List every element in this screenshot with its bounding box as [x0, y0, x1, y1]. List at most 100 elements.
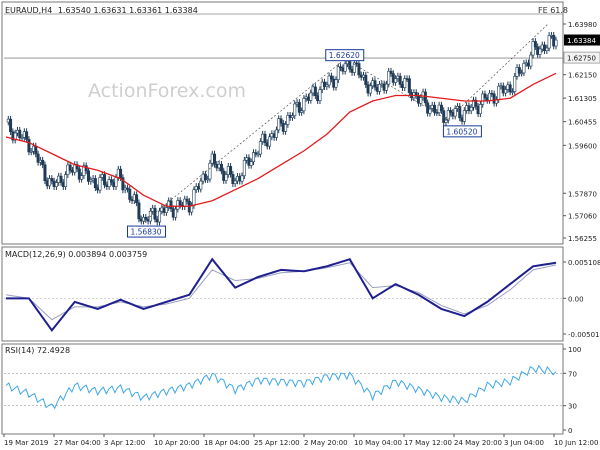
candle-body	[103, 174, 107, 186]
candle-body	[109, 179, 113, 183]
candle-body	[478, 104, 482, 115]
candle-body	[199, 180, 203, 190]
candle-body	[208, 162, 212, 180]
macd-panel-frame	[1, 246, 564, 342]
annotation-label: 1.56830	[131, 228, 162, 237]
candle-body	[59, 175, 63, 183]
candle-body	[309, 92, 313, 101]
candle-body	[18, 129, 22, 139]
candle-body	[9, 118, 13, 133]
rsi-line	[5, 364, 557, 410]
candle-body	[213, 153, 217, 165]
candle-body	[364, 74, 368, 85]
candle-body	[284, 124, 288, 132]
price-tick-label: 1.63980	[568, 21, 597, 29]
candle-body	[444, 119, 448, 123]
rsi-tick-label: 70	[568, 370, 577, 378]
time-tick-label: 25 Apr 12:00	[254, 439, 300, 447]
candle-body	[135, 194, 139, 204]
candle-body	[483, 93, 487, 99]
current-price-label: 1.63384	[567, 37, 596, 45]
watermark: ActionForex.com	[88, 80, 246, 102]
candle-body	[25, 131, 29, 140]
candle-body	[229, 166, 233, 175]
candle-body	[398, 75, 402, 85]
macd-tick-label: -0.005019	[568, 331, 600, 339]
candle-body	[462, 110, 466, 122]
candle-body	[169, 200, 173, 210]
candle-body	[343, 63, 347, 72]
price-tick-label: 1.57870	[568, 190, 597, 198]
candle-body	[302, 98, 306, 112]
candle-body	[336, 66, 340, 81]
candle-body	[453, 108, 457, 117]
candle-body	[185, 198, 189, 202]
candle-body	[119, 168, 123, 178]
candle-body	[274, 129, 278, 138]
candle-body	[403, 78, 407, 88]
macd-axis: 0.005108 0.00 -0.005019	[563, 259, 600, 339]
rsi-label: RSI(14) 72.4928	[5, 346, 70, 355]
candle-body	[547, 35, 551, 49]
candle-body	[240, 175, 244, 182]
candle-body	[27, 139, 31, 153]
time-tick-label: 18 Apr 04:00	[204, 439, 250, 447]
price-tick-label: 1.62150	[568, 72, 597, 80]
candle-body	[137, 202, 141, 220]
candle-body	[545, 47, 549, 51]
price-content: 1.62620 1.60520 1.56830 1.63384 1.62750	[4, 13, 600, 238]
candle-body	[439, 104, 443, 111]
candle-body	[268, 136, 272, 147]
candle-body	[508, 84, 512, 93]
candle-body	[469, 106, 473, 112]
candle-body	[128, 188, 132, 200]
rsi-axis: 100 70 30 0	[563, 346, 581, 435]
candle-body	[242, 159, 246, 177]
chart-canvas: EURAUD,H4 1.63540 1.63631 1.63361 1.6338…	[1, 1, 600, 447]
candle-body	[368, 85, 372, 94]
candle-body	[192, 189, 196, 206]
rsi-tick-label: 100	[568, 346, 581, 354]
candle-body	[522, 63, 526, 74]
candle-body	[34, 145, 38, 155]
candle-body	[394, 78, 398, 83]
candle-body	[164, 207, 168, 213]
candle-body	[279, 118, 283, 124]
price-tick-label: 1.59600	[568, 142, 597, 150]
candle-body	[224, 174, 228, 181]
candle-body	[423, 91, 427, 104]
candle-body	[258, 141, 262, 155]
candle-body	[318, 89, 322, 102]
price-tick-label: 1.56255	[568, 235, 597, 243]
candle-body	[384, 83, 388, 91]
candle-body	[98, 177, 102, 191]
macd-line	[6, 257, 557, 332]
candle-body	[497, 85, 501, 100]
time-tick-label: 27 Mar 04:00	[54, 439, 101, 447]
time-tick-label: 10 Apr 20:00	[154, 439, 200, 447]
time-tick-label: 24 May 20:00	[454, 439, 502, 447]
level-price-label: 1.62750	[567, 55, 596, 63]
candle-body	[219, 163, 223, 172]
candle-body	[178, 200, 182, 206]
annotation-label: 1.60520	[446, 127, 477, 136]
candle-body	[517, 67, 521, 74]
candle-body	[538, 48, 542, 55]
rsi-panel: RSI(14) 72.4928 100 70 30 0	[1, 343, 581, 435]
macd-content	[4, 257, 563, 332]
candle-body	[419, 97, 423, 104]
candle-body	[233, 180, 237, 185]
rsi-tick-label: 30	[568, 403, 577, 411]
candle-body	[313, 86, 317, 97]
candle-body	[334, 79, 338, 88]
candle-body	[293, 103, 297, 117]
time-axis: 19 Mar 2019 27 Mar 04:00 3 Apr 12:00 10 Apr…	[3, 434, 598, 447]
price-tick-label: 1.57060	[568, 213, 597, 221]
candle-body	[357, 63, 361, 76]
candle-body	[174, 208, 178, 218]
candle-body	[64, 174, 68, 187]
candle-body	[41, 159, 45, 166]
candle-body	[249, 161, 253, 166]
time-tick-label: 19 Mar 2019	[4, 439, 48, 447]
candle-body	[80, 175, 84, 180]
